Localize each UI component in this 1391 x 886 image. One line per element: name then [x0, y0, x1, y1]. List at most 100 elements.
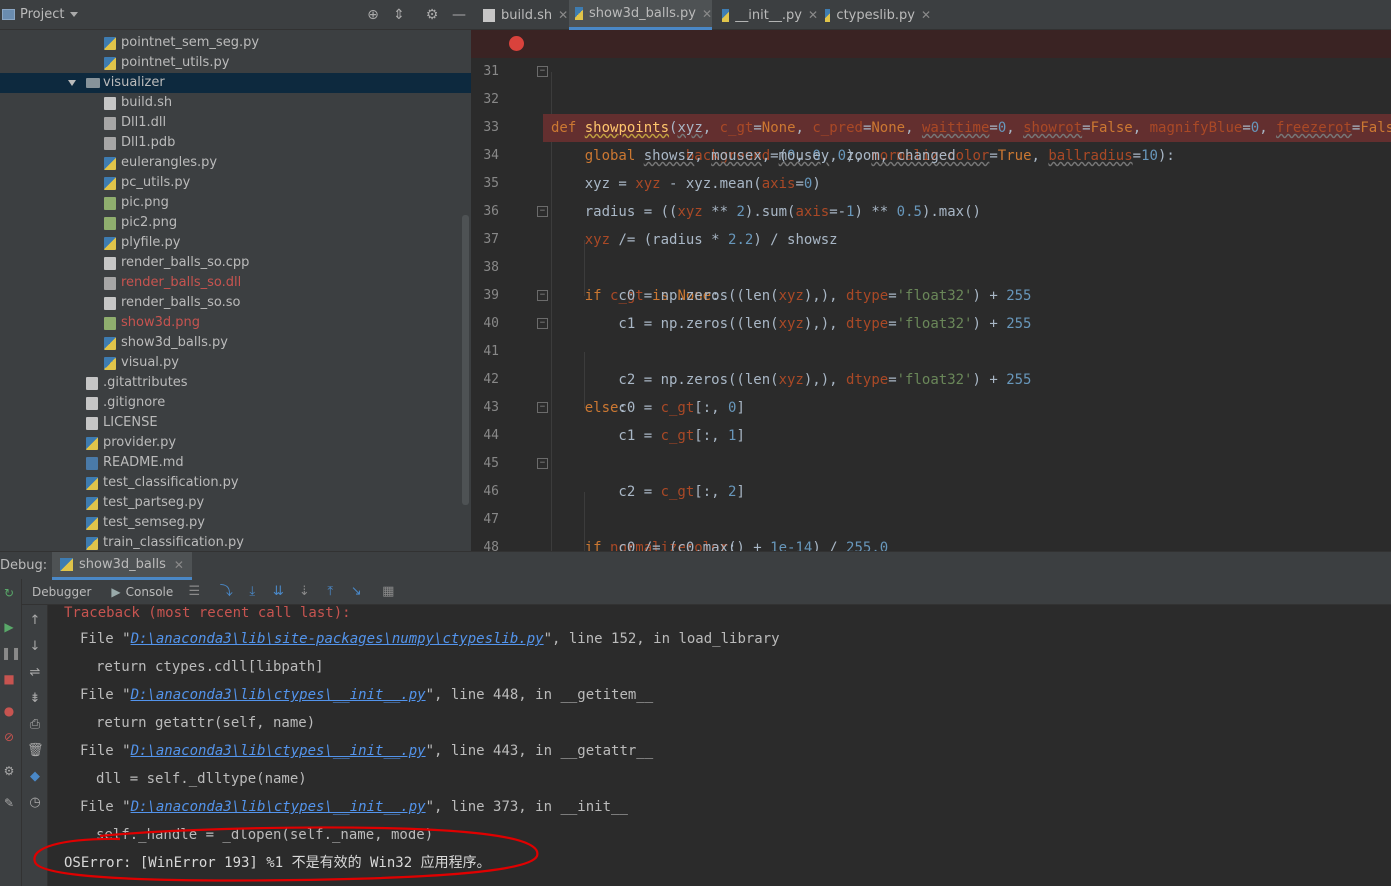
code-line[interactable]: 48 c1 /= (c1.max() + 1e-14) / 255.0 [471, 506, 1391, 551]
code-line[interactable]: 39 c1 = np.zeros((len(xyz),), dtype='flo… [471, 254, 1391, 332]
python-console-icon[interactable]: ◆ [27, 769, 43, 785]
tree-file[interactable]: build.sh [0, 93, 471, 113]
code-line[interactable]: 34 xyz = xyz - xyz.mean(axis=0) [471, 114, 1391, 192]
tree-file[interactable]: test_partseg.py [0, 493, 471, 513]
step-into-my-code-icon[interactable]: ⇣ [293, 582, 315, 602]
tree-file[interactable]: Dll1.dll [0, 113, 471, 133]
tree-file[interactable]: .gitignore [0, 393, 471, 413]
tree-file[interactable]: render_balls_so.so [0, 293, 471, 313]
tree-file[interactable]: visual.py [0, 353, 471, 373]
close-icon[interactable]: ✕ [558, 8, 568, 22]
code-line[interactable]: 35 radius = ((xyz ** 2).sum(axis=-1) ** … [471, 142, 1391, 220]
tree-file[interactable]: render_balls_so.cpp [0, 253, 471, 273]
resume-icon[interactable]: ▶ [1, 619, 17, 635]
step-over-icon[interactable]: ⤓ [241, 582, 263, 602]
code-line[interactable]: 41 − else: [471, 310, 1391, 416]
tree-file[interactable]: render_balls_so.dll [0, 273, 471, 293]
tree-file[interactable]: plyfile.py [0, 233, 471, 253]
collapse-all-icon[interactable]: ⇕ [390, 6, 408, 24]
tree-file[interactable]: test_semseg.py [0, 513, 471, 533]
debug-session-tab[interactable]: show3d_balls ✕ [52, 552, 192, 580]
tree-file[interactable]: test_classification.py [0, 473, 471, 493]
history-icon[interactable]: ◷ [27, 795, 43, 811]
code-area[interactable]: 31 def showpoints(xyz, c_gt=None, c_pred… [471, 30, 1391, 551]
code-line[interactable]: 47 c0 /= (c0.max() + 1e-14) / 255.0 [471, 478, 1391, 551]
tree-file[interactable]: LICENSE [0, 413, 471, 433]
code-line[interactable]: 32 − background=(0, 0, 0), normalizecolo… [471, 58, 1391, 164]
fold-icon[interactable]: − [537, 458, 548, 469]
tab-build-sh[interactable]: build.sh ✕ [479, 0, 569, 30]
tree-file[interactable]: show3d.png [0, 313, 471, 333]
tab-init-py[interactable]: __init__.py ✕ [718, 0, 818, 30]
tree-file[interactable]: pc_utils.py [0, 173, 471, 193]
file-link[interactable]: D:\anaconda3\lib\ctypes\__init__.py [131, 687, 426, 703]
code-line[interactable]: 31 def showpoints(xyz, c_gt=None, c_pred… [471, 30, 1391, 142]
chevron-down-icon[interactable] [68, 80, 76, 86]
gear-icon[interactable]: ⚙ [1, 763, 17, 779]
tab-ctypeslib-py[interactable]: ctypeslib.py ✕ [821, 0, 931, 30]
stop-icon[interactable]: ■ [1, 671, 17, 687]
tree-file[interactable]: pic.png [0, 193, 471, 213]
soft-wrap-icon[interactable]: ⇌ [27, 665, 43, 681]
close-icon[interactable]: ✕ [174, 558, 184, 572]
code-line[interactable]: 36 xyz /= (radius * 2.2) / showsz [471, 170, 1391, 248]
code-line[interactable]: 40 − c2 = np.zeros((len(xyz),), dtype='f… [471, 282, 1391, 388]
console-output[interactable]: Traceback (most recent call last): File … [48, 605, 1391, 886]
fold-icon[interactable]: − [537, 318, 548, 329]
down-arrow-icon[interactable]: ↓ [27, 639, 43, 655]
tab-debugger[interactable]: Debugger [22, 579, 101, 605]
file-link[interactable]: D:\anaconda3\lib\ctypes\__init__.py [131, 799, 426, 815]
view-breakpoints-icon[interactable]: ● [1, 703, 17, 719]
scroll-to-end-icon[interactable]: ⇟ [27, 691, 43, 707]
trash-icon[interactable]: 🗑 [27, 743, 44, 759]
close-icon[interactable]: ✕ [921, 8, 931, 22]
tree-file[interactable]: show3d_balls.py [0, 333, 471, 353]
run-to-cursor-icon[interactable]: ↘ [345, 582, 367, 602]
tree-scrollbar[interactable] [462, 215, 469, 505]
rerun-icon[interactable]: ↻ [1, 585, 17, 601]
show-execution-point-icon[interactable]: ⤵ [215, 582, 237, 602]
code-line[interactable]: 46 − if normalizecolor: [471, 450, 1391, 551]
tree-file[interactable]: .gitattributes [0, 373, 471, 393]
file-link[interactable]: D:\anaconda3\lib\ctypes\__init__.py [131, 743, 426, 759]
code-line[interactable]: 44 − c2 = c_gt[:, 2] [471, 394, 1391, 500]
tree-file[interactable]: eulerangles.py [0, 153, 471, 173]
locate-file-icon[interactable]: ⊕ [364, 6, 382, 24]
code-line[interactable]: 33 global showsz, mousex, mousey, zoom, … [471, 86, 1391, 164]
mute-breakpoints-icon[interactable]: ⊘ [1, 729, 17, 745]
tree-file[interactable]: Dll1.pdb [0, 133, 471, 153]
code-line[interactable]: 37 − if c_gt is None: [471, 198, 1391, 304]
tab-show3d-balls[interactable]: show3d_balls.py ✕ [569, 0, 712, 30]
tab-console[interactable]: ▶ Console [101, 579, 183, 605]
code-line[interactable]: 43 c1 = c_gt[:, 1] [471, 366, 1391, 444]
fold-icon[interactable]: − [537, 66, 548, 77]
up-arrow-icon[interactable]: ↑ [27, 613, 43, 629]
tree-file[interactable]: pointnet_utils.py [0, 53, 471, 73]
menu-icon[interactable]: ☰ [183, 582, 205, 602]
project-view-selector[interactable]: Project [0, 7, 79, 22]
code-line[interactable]: 42 c0 = c_gt[:, 0] [471, 338, 1391, 416]
hide-panel-icon[interactable]: — [450, 6, 468, 24]
close-icon[interactable]: ✕ [702, 7, 712, 21]
breakpoint-icon[interactable] [509, 36, 524, 51]
tree-file[interactable]: pointnet_sem_seg.py [0, 33, 471, 53]
fold-icon[interactable]: − [537, 206, 548, 217]
gear-icon[interactable]: ⚙ [423, 6, 441, 24]
step-into-icon[interactable]: ⇊ [267, 582, 289, 602]
file-link[interactable]: D:\anaconda3\lib\site-packages\numpy\cty… [131, 631, 544, 647]
tree-file[interactable]: provider.py [0, 433, 471, 453]
code-line[interactable]: 38 c0 = np.zeros((len(xyz),), dtype='flo… [471, 226, 1391, 304]
tree-folder[interactable]: visualizer [0, 73, 471, 93]
pin-icon[interactable]: ✎ [1, 795, 17, 811]
pause-icon[interactable]: ❚❚ [1, 645, 21, 661]
fold-icon[interactable]: − [537, 290, 548, 301]
tree-file[interactable]: README.md [0, 453, 471, 473]
close-icon[interactable]: ✕ [808, 8, 818, 22]
print-icon[interactable]: ⎙ [27, 717, 43, 733]
step-out-icon[interactable]: ⤒ [319, 582, 341, 602]
evaluate-expression-icon[interactable]: ▦ [377, 582, 399, 602]
tree-file[interactable]: pic2.png [0, 213, 471, 233]
code-line[interactable]: 45 [471, 422, 1391, 471]
fold-icon[interactable]: − [537, 402, 548, 413]
tree-file[interactable]: train_classification.py [0, 533, 471, 551]
